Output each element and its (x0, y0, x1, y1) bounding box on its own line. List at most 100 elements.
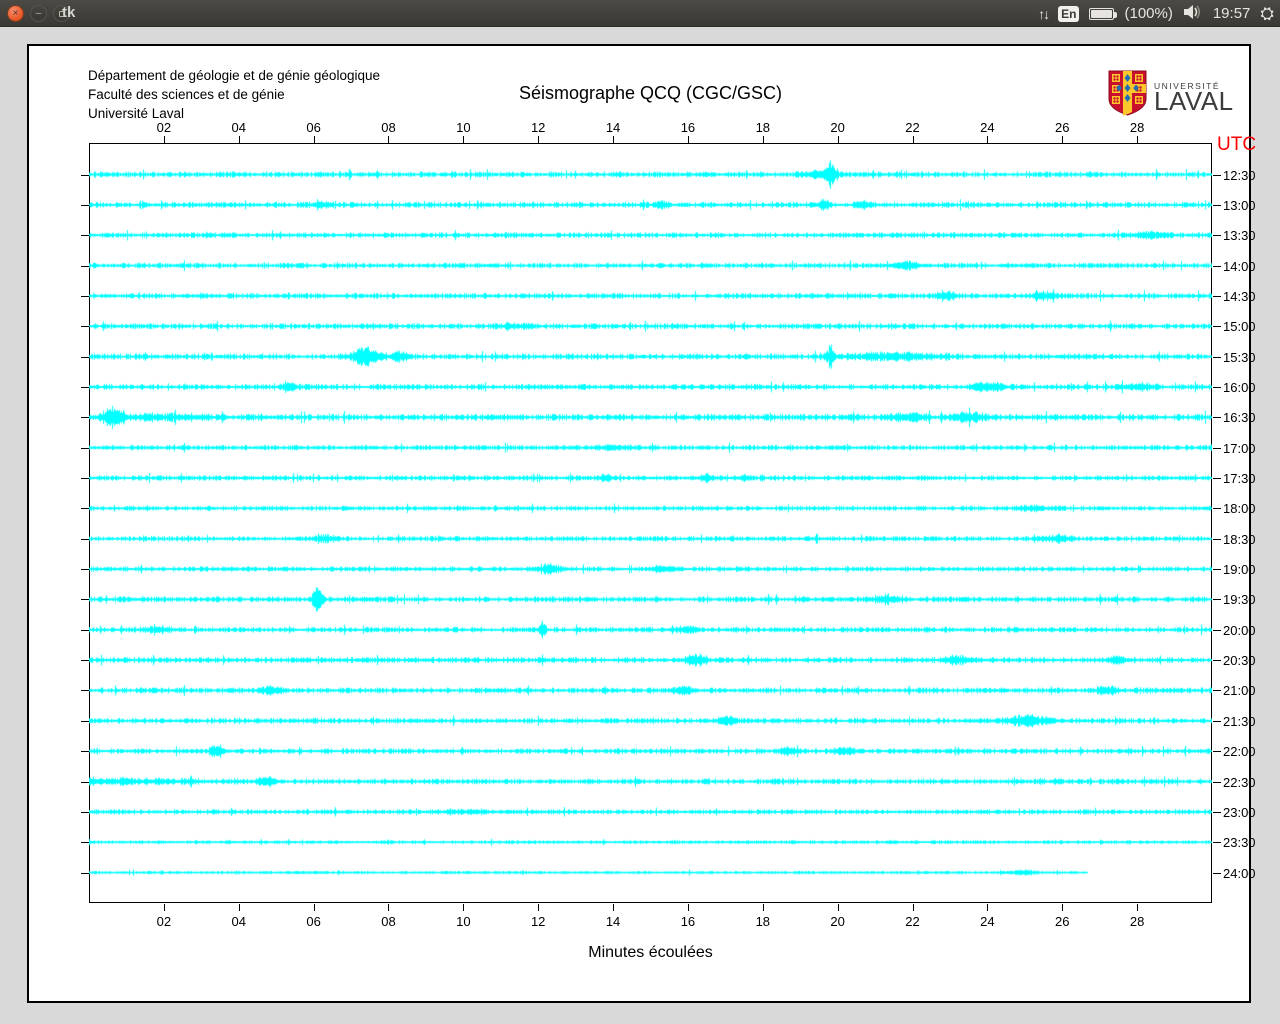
trace-tick-left (81, 751, 89, 753)
x-tick-mark-top (463, 136, 465, 143)
trace-tick-right (1213, 295, 1221, 297)
x-tick-mark-bottom (388, 904, 390, 911)
x-tick-mark-bottom (1062, 904, 1064, 911)
trace-tick-right (1213, 842, 1221, 844)
utc-row-label: 13:30 (1223, 228, 1256, 244)
universite-laval-logo: UNIVERSITÉ LAVAL (1108, 70, 1234, 121)
x-tick-mark-top (987, 136, 989, 143)
utc-row-label: 18:30 (1223, 531, 1256, 547)
utc-row-label: 15:30 (1223, 349, 1256, 365)
utc-row-label: 16:30 (1223, 410, 1256, 426)
trace-tick-left (81, 447, 89, 449)
x-tick-mark-bottom (1137, 904, 1139, 911)
x-tick-mark-bottom (987, 904, 989, 911)
x-tick-mark-top (313, 136, 315, 143)
battery-percent-label[interactable]: (100%) (1124, 5, 1172, 22)
window-controls: × – (7, 5, 70, 22)
trace-tick-left (81, 417, 89, 419)
session-gear-icon[interactable]: ⛭ (1260, 4, 1274, 24)
x-tick-mark-bottom (313, 904, 315, 911)
x-tick-label-bottom: 26 (1055, 914, 1070, 929)
x-tick-mark-bottom (163, 904, 165, 911)
trace-tick-left (81, 174, 89, 176)
utc-row-label: 23:30 (1223, 835, 1256, 851)
battery-icon[interactable] (1089, 7, 1118, 20)
trace-tick-left (81, 599, 89, 601)
trace-tick-right (1213, 569, 1221, 571)
trace-tick-right (1213, 174, 1221, 176)
x-tick-label-bottom: 14 (605, 914, 621, 929)
x-tick-label-top: 14 (605, 120, 621, 135)
x-tick-label-bottom: 04 (231, 914, 246, 929)
utc-row-label: 14:30 (1223, 288, 1256, 304)
tk-window-body: Département de géologie et de génie géol… (0, 28, 1280, 1024)
trace-tick-left (81, 872, 89, 874)
trace-tick-right (1213, 386, 1221, 388)
trace-tick-left (81, 386, 89, 388)
trace-tick-right (1213, 538, 1221, 540)
trace-tick-left (81, 508, 89, 510)
x-tick-mark-bottom (762, 904, 764, 911)
x-tick-mark-top (1137, 136, 1139, 143)
trace-tick-left (81, 265, 89, 267)
utc-row-label: 20:00 (1223, 622, 1256, 638)
utc-row-label: 17:30 (1223, 471, 1256, 486)
trace-tick-right (1213, 478, 1221, 479)
trace-tick-right (1213, 508, 1221, 510)
utc-row-label: 15:00 (1223, 319, 1256, 335)
utc-axis-title: UTC (1217, 134, 1257, 155)
x-tick-label-bottom: 12 (530, 914, 546, 929)
trace-tick-right (1213, 811, 1221, 813)
x-tick-mark-top (837, 136, 839, 143)
x-tick-label-bottom: 24 (980, 914, 995, 929)
network-icon[interactable]: ↑↓ (1038, 6, 1050, 22)
trace-tick-right (1213, 265, 1221, 267)
trace-tick-left (81, 478, 89, 479)
trace-tick-right (1213, 690, 1221, 692)
x-tick-mark-top (912, 136, 914, 143)
volume-icon[interactable] (1183, 4, 1203, 24)
x-tick-label-top: 06 (306, 120, 321, 135)
close-button[interactable]: × (7, 5, 24, 22)
x-tick-mark-top (538, 136, 540, 143)
utc-row-label: 24:00 (1223, 865, 1256, 881)
trace-tick-right (1213, 781, 1221, 783)
laval-wordmark-bottom: LAVAL (1154, 85, 1234, 116)
trace-tick-right (1213, 326, 1221, 328)
x-tick-mark-bottom (538, 904, 540, 911)
laval-shield-icon (1108, 70, 1147, 121)
x-tick-label-top: 02 (156, 120, 172, 135)
x-tick-mark-top (1062, 136, 1064, 143)
trace-tick-left (81, 811, 89, 813)
utc-row-label: 17:00 (1223, 440, 1256, 456)
utc-row-label: 21:00 (1223, 683, 1256, 699)
x-tick-label-top: 10 (456, 120, 471, 135)
trace-tick-left (81, 235, 89, 237)
trace-tick-left (81, 569, 89, 571)
utc-row-label: 22:00 (1223, 744, 1256, 760)
x-tick-label-top: 04 (231, 120, 246, 135)
minimize-button[interactable]: – (30, 5, 47, 22)
x-tick-mark-bottom (463, 904, 465, 911)
x-tick-label-bottom: 22 (905, 914, 920, 929)
x-tick-label-bottom: 20 (830, 914, 845, 929)
x-tick-mark-top (613, 136, 615, 143)
titlebar[interactable]: × – tk ↑↓ En (100%) 19:57 ⛭ (0, 0, 1280, 27)
trace-tick-left (81, 690, 89, 692)
laval-wordmark: UNIVERSITÉ LAVAL (1154, 81, 1234, 116)
x-tick-label-bottom: 06 (306, 914, 321, 929)
utc-row-label: 14:00 (1223, 258, 1256, 274)
utc-row-label: 16:00 (1223, 379, 1256, 395)
utc-row-label: 13:00 (1223, 197, 1256, 213)
x-tick-label-top: 24 (980, 120, 995, 135)
x-tick-label-top: 28 (1129, 120, 1145, 135)
utc-row-label: 12:30 (1223, 167, 1256, 183)
trace-tick-right (1213, 599, 1221, 601)
trace-tick-left (81, 538, 89, 540)
trace-tick-right (1213, 235, 1221, 237)
keyboard-layout-indicator[interactable]: En (1058, 5, 1080, 22)
clock-label[interactable]: 19:57 (1213, 5, 1251, 22)
x-tick-label-bottom: 08 (381, 914, 396, 929)
trace-tick-left (81, 295, 89, 297)
trace-tick-right (1213, 447, 1221, 449)
